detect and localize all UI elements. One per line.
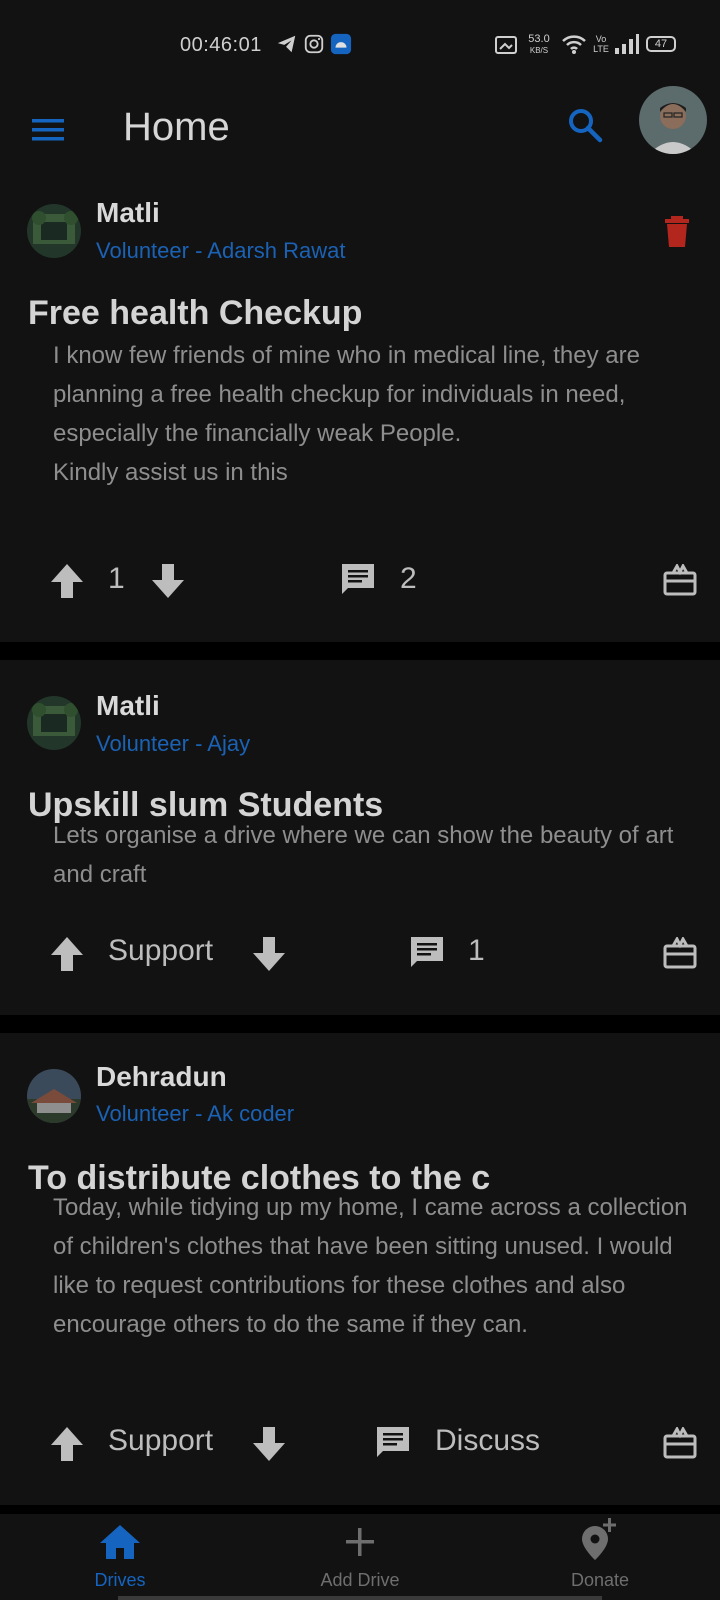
signal-icon (615, 34, 639, 54)
post-card[interactable]: Matli Volunteer - Adarsh Rawat Free heal… (0, 182, 720, 642)
delete-icon[interactable] (664, 216, 690, 248)
discuss-label: Discuss (435, 1424, 541, 1457)
comment-icon[interactable] (409, 935, 445, 971)
comment-icon[interactable] (340, 562, 376, 598)
bottom-navigation: Drives Add Drive Donate (0, 1514, 720, 1600)
profile-avatar[interactable] (639, 86, 707, 154)
comment-icon[interactable] (375, 1425, 411, 1461)
comment-count: 2 (400, 562, 417, 595)
net-speed-value: 53.0 (528, 33, 550, 45)
net-speed: 53.0 KB/S (524, 34, 554, 56)
nav-label: Donate (570, 1570, 630, 1590)
nav-label: Drives (94, 1570, 146, 1590)
search-icon[interactable] (562, 102, 608, 148)
downvote-icon[interactable] (251, 935, 287, 973)
donate-card-icon[interactable] (663, 564, 697, 596)
status-bar: 00:46:01 53.0 KB/S Vo LTE 47 (0, 0, 720, 92)
app-bar: Home (0, 86, 720, 182)
location-avatar (27, 696, 81, 750)
battery-icon: 47 (646, 36, 676, 52)
post-card[interactable]: Dehradun Volunteer - Ak coder To distrib… (0, 1033, 720, 1505)
upvote-icon[interactable] (49, 1425, 85, 1463)
location-name: Matli (96, 197, 160, 228)
post-body-paragraph: Today, while tidying up my home, I came … (53, 1194, 688, 1338)
menu-icon[interactable] (28, 110, 68, 150)
android-studio-icon (330, 33, 352, 55)
plus-icon (346, 1528, 374, 1556)
screenshot-notify-icon (495, 36, 517, 54)
post-body: I know few friends of mine who in medica… (53, 336, 703, 492)
downvote-icon[interactable] (150, 562, 186, 600)
post-card[interactable]: Matli Volunteer - Ajay Upskill slum Stud… (0, 660, 720, 1015)
vote-count: 1 (108, 562, 125, 595)
location-name: Matli (96, 690, 160, 721)
page-title: Home (123, 105, 230, 149)
wifi-icon (562, 35, 586, 54)
post-body-paragraph: Kindly assist us in this (53, 459, 288, 486)
post-body-paragraph: I know few friends of mine who in medica… (53, 342, 640, 447)
add-location-icon (582, 1518, 616, 1560)
nav-add-drive[interactable]: Add Drive (240, 1514, 480, 1600)
location-avatar (27, 204, 81, 258)
donate-card-icon[interactable] (663, 1427, 697, 1459)
gesture-bar (118, 1596, 602, 1600)
location-name: Dehradun (96, 1061, 227, 1092)
telegram-icon (277, 35, 296, 53)
downvote-icon[interactable] (251, 1425, 287, 1463)
volunteer-link[interactable]: Volunteer - Adarsh Rawat (96, 238, 345, 264)
post-body-paragraph: Lets organise a drive where we can show … (53, 822, 674, 888)
volunteer-link[interactable]: Volunteer - Ak coder (96, 1101, 294, 1127)
nav-drives[interactable]: Drives (0, 1514, 240, 1600)
home-icon (100, 1525, 140, 1559)
nav-donate[interactable]: Donate (480, 1514, 720, 1600)
support-label: Support (108, 1424, 214, 1457)
instagram-icon (304, 34, 324, 54)
nav-label: Add Drive (320, 1570, 400, 1590)
location-avatar (27, 1069, 81, 1123)
volte-badge: Vo LTE (593, 34, 609, 54)
upvote-icon[interactable] (49, 935, 85, 973)
volunteer-link[interactable]: Volunteer - Ajay (96, 731, 250, 757)
post-body: Lets organise a drive where we can show … (53, 816, 703, 894)
support-label: Support (108, 934, 214, 967)
donate-card-icon[interactable] (663, 937, 697, 969)
upvote-icon[interactable] (49, 562, 85, 600)
battery-level: 47 (654, 38, 668, 50)
net-speed-unit: KB/S (529, 46, 549, 55)
post-title: Free health Checkup (28, 294, 363, 332)
comment-count: 1 (468, 934, 485, 967)
post-body: Today, while tidying up my home, I came … (53, 1188, 703, 1344)
status-time: 00:46:01 (180, 34, 262, 56)
